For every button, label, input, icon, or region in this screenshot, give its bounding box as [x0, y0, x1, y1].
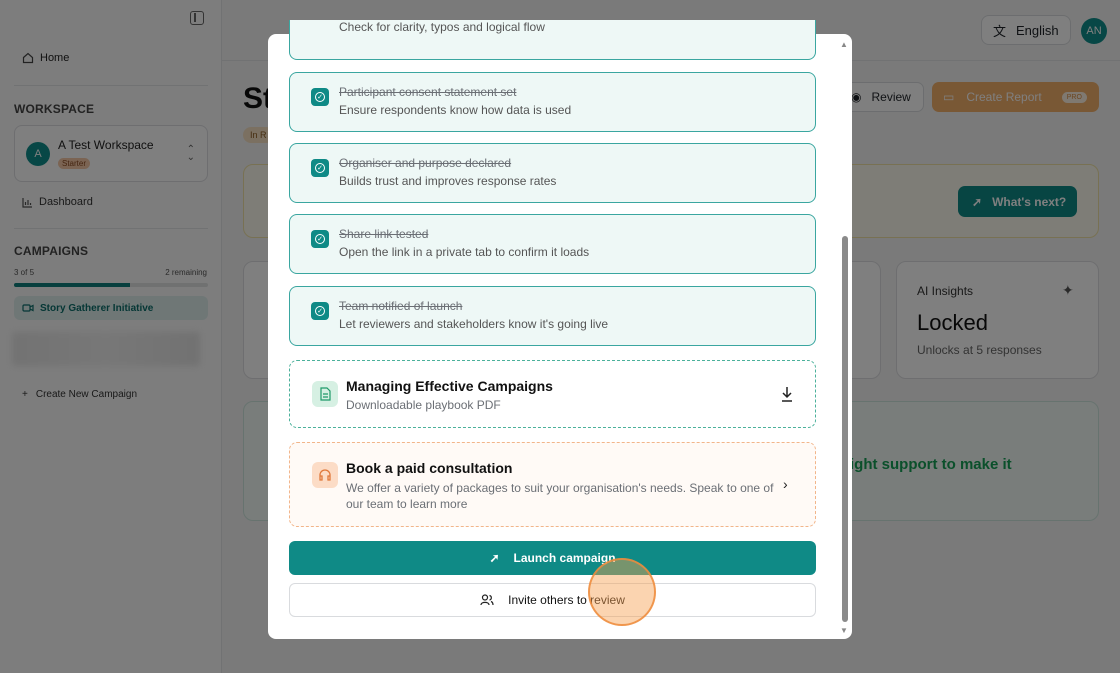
checklist-item-description: Builds trust and improves response rates	[339, 174, 557, 188]
click-indicator	[588, 558, 656, 626]
document-icon	[312, 381, 338, 407]
check-circle-icon: ✓	[311, 88, 329, 106]
checklist-item-description: Ensure respondents know how data is used	[339, 103, 572, 117]
checklist-item: ✓ Organiser and purpose declared Builds …	[289, 143, 816, 203]
consultation-title: Book a paid consultation	[346, 460, 513, 476]
checklist-item: Check for clarity, typos and logical flo…	[289, 20, 816, 60]
users-icon	[480, 594, 494, 606]
checklist-item-title: Organiser and purpose declared	[339, 156, 512, 170]
checklist-item-description: Let reviewers and stakeholders know it's…	[339, 317, 609, 331]
check-circle-icon: ✓	[311, 302, 329, 320]
invite-reviewers-button[interactable]: Invite others to review	[289, 583, 816, 617]
checklist-item-title: Participant consent statement set	[339, 85, 517, 99]
checklist-item-description: Open the link in a private tab to confir…	[339, 245, 590, 259]
checklist-item: ✓ Participant consent statement set Ensu…	[289, 72, 816, 132]
scroll-up-arrow[interactable]: ▲	[840, 40, 848, 49]
check-circle-icon: ✓	[311, 159, 329, 177]
scrollbar-thumb[interactable]	[842, 236, 848, 622]
checklist-item-title: Team notified of launch	[339, 299, 463, 313]
checklist-item-title: Share link tested	[339, 227, 429, 241]
chevron-right-icon: ›	[783, 476, 788, 492]
rocket-icon: ➚	[489, 551, 500, 565]
checklist-item: ✓ Share link tested Open the link in a p…	[289, 214, 816, 274]
resource-title: Managing Effective Campaigns	[346, 378, 553, 394]
resource-subtitle: Downloadable playbook PDF	[346, 398, 501, 412]
checklist-item-description: Check for clarity, typos and logical flo…	[339, 20, 545, 34]
headset-icon	[312, 462, 338, 488]
download-icon[interactable]	[780, 384, 794, 404]
playbook-download-card[interactable]: Managing Effective Campaigns Downloadabl…	[289, 360, 816, 428]
checklist-item: ✓ Team notified of launch Let reviewers …	[289, 286, 816, 346]
scroll-down-arrow[interactable]: ▼	[840, 626, 848, 635]
launch-campaign-label: Launch campaign	[513, 551, 616, 565]
consultation-description: We offer a variety of packages to suit y…	[346, 481, 774, 511]
consultation-card[interactable]: Book a paid consultation We offer a vari…	[289, 442, 816, 527]
launch-campaign-button[interactable]: ➚ Launch campaign	[289, 541, 816, 575]
check-circle-icon: ✓	[311, 230, 329, 248]
